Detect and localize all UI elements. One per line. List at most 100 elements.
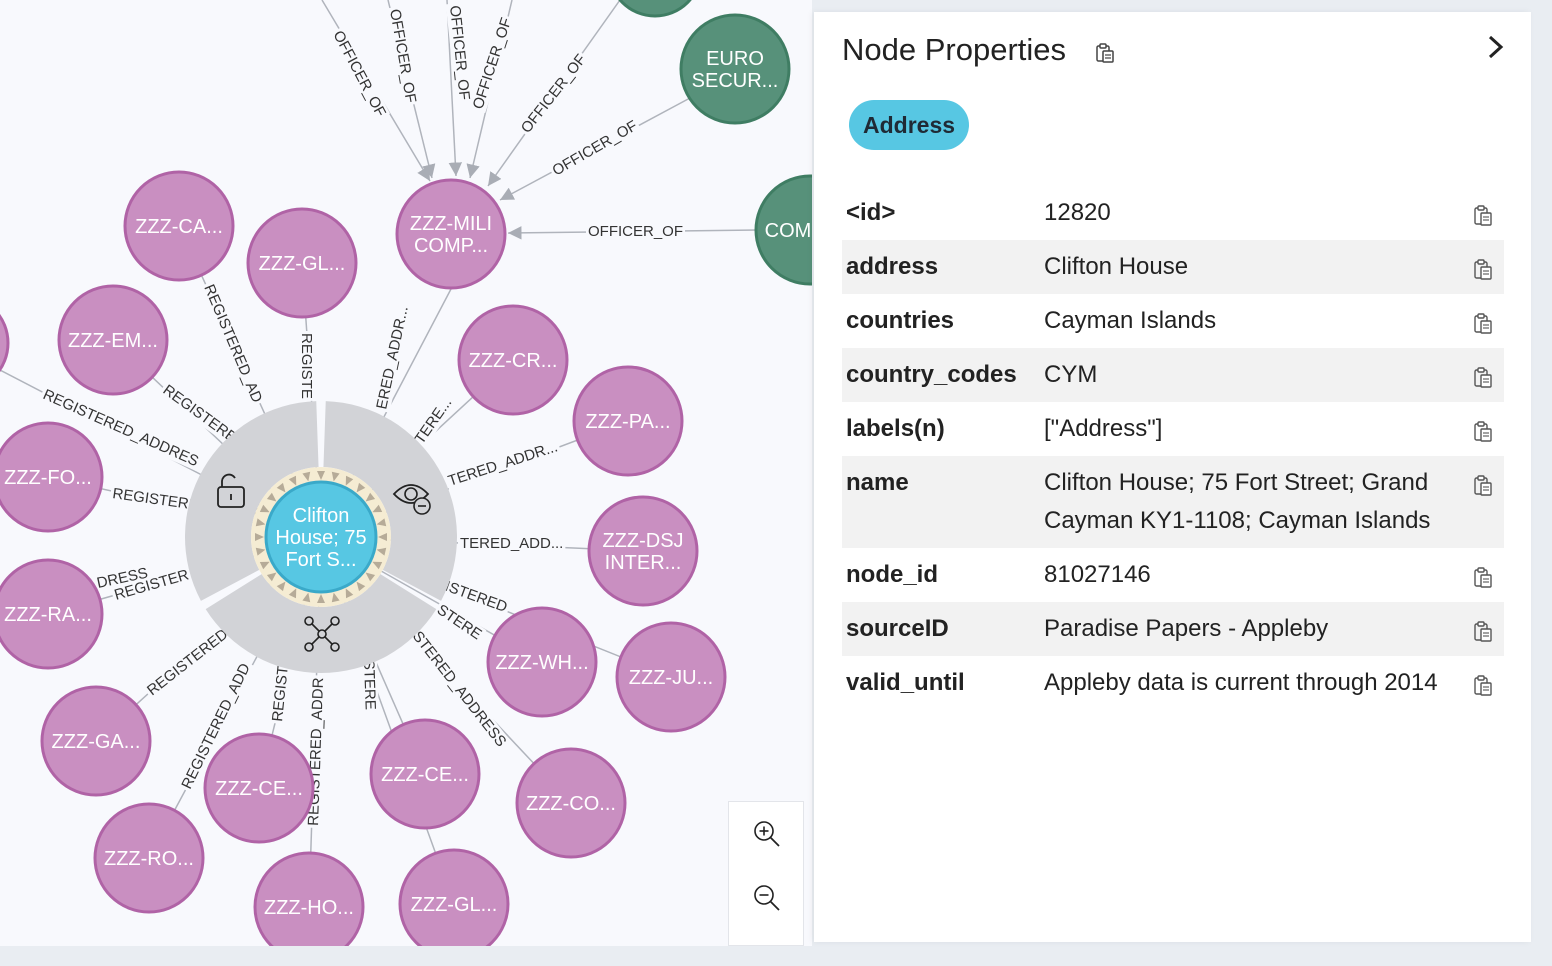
graph-canvas[interactable]: OFFICER_OF OFFICER_OF OFFICER_OF OFFICER_OF…	[0, 0, 812, 946]
node-label: SECUR...	[692, 70, 779, 92]
property-key: name	[846, 469, 909, 496]
node-label: ZZZ-GA...	[52, 731, 141, 753]
company-node[interactable]: ZZZ-MILICOMP...	[395, 178, 507, 290]
node-label: ZZZ-GL...	[411, 894, 498, 916]
property-key: address	[846, 253, 939, 280]
company-node[interactable]: ZZZ-RO...	[93, 802, 205, 914]
company-node[interactable]: ZZZ-RA...	[0, 558, 104, 670]
property-row: address Clifton House	[842, 240, 1504, 294]
property-value: Clifton House; 75 Fort Street; Grand Cay…	[1044, 469, 1431, 534]
company-node[interactable]: ZZZ-CE...	[203, 732, 315, 844]
company-node[interactable]: ZZZ-CA...	[123, 170, 235, 282]
zoom-in-icon	[754, 821, 780, 847]
graph-svg[interactable]: OFFICER_OFOFFICER_OF OFFICER_OFOFFICER_OF…	[0, 0, 812, 946]
node-label: ZZZ-CE...	[215, 778, 303, 800]
node-label: ZZZ-EM...	[68, 330, 158, 352]
node-label: COM	[765, 220, 812, 242]
property-value: Appleby data is current through 2014	[1044, 669, 1438, 696]
property-key: countries	[846, 307, 955, 334]
officer-node-partial[interactable]	[609, 0, 701, 18]
property-row: name Clifton House; 75 Fort Street; Grand…	[842, 456, 1504, 548]
edge-label: REGISTERE	[160, 381, 240, 446]
node-label: ZZZ-CE...	[381, 764, 469, 786]
node-label: ZZZ-MILI	[410, 213, 492, 235]
chevron-right-icon[interactable]	[1484, 34, 1508, 65]
property-value: Paradise Papers - Appleby	[1044, 615, 1329, 642]
edge-label: REGISTERED_AD	[200, 282, 265, 405]
property-row: node_id 81027146	[842, 548, 1504, 602]
company-node[interactable]: ZZZ-CE...	[369, 718, 481, 830]
company-node[interactable]: ZZZ-FO...	[0, 421, 104, 533]
officer-node[interactable]: EUROSECUR...	[679, 13, 791, 125]
node-label: ZZZ-CR...	[469, 350, 558, 372]
company-node[interactable]: ZZZ-DSJINTER...	[587, 495, 699, 607]
property-value: 81027146	[1044, 561, 1151, 588]
edge-label: STERE	[434, 601, 485, 643]
company-node[interactable]: ZZZ-WH...	[486, 606, 598, 718]
property-row: valid_until Appleby data is current throu…	[842, 656, 1504, 710]
zoom-in-button[interactable]	[729, 802, 805, 866]
zoom-out-button[interactable]	[729, 866, 805, 930]
property-value: Cayman Islands	[1044, 307, 1217, 334]
company-node[interactable]: ZZZ-HO...	[253, 851, 365, 946]
property-row: <id> 12820	[842, 186, 1504, 240]
zoom-controls	[728, 801, 804, 946]
company-node[interactable]: ZZZ-JU...	[615, 621, 727, 733]
company-node[interactable]: ZZZ-CO...	[515, 747, 627, 859]
label-badge-address[interactable]: Address	[849, 100, 970, 150]
property-row: country_codes CYM	[842, 348, 1504, 402]
copy-icon[interactable]	[1472, 364, 1494, 402]
property-value: Clifton House	[1044, 253, 1189, 280]
node-label: EURO	[706, 48, 764, 70]
node-label: ZZZ-FO...	[4, 467, 92, 489]
edge-label: OFFICER_OF	[588, 223, 683, 240]
company-node[interactable]: ZZZ-CR...	[457, 304, 569, 416]
copy-icon[interactable]	[1472, 564, 1494, 602]
node-label: House; 75	[275, 527, 366, 549]
property-row: countries Cayman Islands	[842, 294, 1504, 348]
address-node-selected[interactable]: CliftonHouse; 75Fort S...	[264, 480, 378, 594]
copy-icon[interactable]	[1472, 618, 1494, 656]
property-key: <id>	[846, 199, 896, 226]
node-label: ZZZ-GL...	[259, 253, 346, 275]
copy-icon[interactable]	[1472, 472, 1494, 510]
company-node-partial[interactable]	[0, 295, 10, 391]
property-key: country_codes	[846, 361, 1017, 388]
property-row: sourceID Paradise Papers - Appleby	[842, 602, 1504, 656]
company-node[interactable]: ZZZ-PA...	[572, 365, 684, 477]
copy-icon[interactable]	[1094, 42, 1116, 69]
edge-label: OFFICER_OF	[470, 16, 516, 112]
property-key: sourceID	[846, 615, 949, 642]
edge-label: STERE	[360, 660, 379, 711]
copy-icon[interactable]	[1472, 672, 1494, 710]
node-label: COMP...	[414, 235, 488, 257]
property-key: valid_until	[846, 669, 965, 696]
company-node[interactable]: ZZZ-EM...	[57, 284, 169, 396]
node-label: ZZZ-DSJ	[602, 530, 683, 552]
copy-icon[interactable]	[1472, 418, 1494, 456]
officer-node[interactable]: COM	[754, 174, 812, 286]
node-label: ZZZ-RO...	[104, 848, 194, 870]
node-label: ZZZ-WH...	[495, 652, 588, 674]
edge-label: TERE...	[411, 395, 455, 448]
edge-label: OFFICER_OF	[550, 117, 641, 179]
node-label: Clifton	[293, 505, 350, 527]
node-label: ZZZ-CO...	[526, 793, 616, 815]
edge-label: REGIST	[269, 665, 292, 722]
edge-label: TERED_ADDR...	[446, 438, 560, 489]
property-key: labels(n)	[846, 415, 945, 442]
company-node[interactable]: ZZZ-GL...	[246, 207, 358, 319]
edge-label: OFFICER_OF	[518, 51, 590, 136]
node-label: ZZZ-JU...	[629, 667, 713, 689]
panel-title: Node Properties	[842, 32, 1067, 67]
edge-label: ERED_ADDR...	[373, 305, 411, 411]
edge-label: REGISTE	[298, 333, 315, 399]
copy-icon[interactable]	[1472, 310, 1494, 348]
edge-label: OFFICER_OF	[386, 8, 419, 105]
copy-icon[interactable]	[1472, 202, 1494, 240]
copy-icon[interactable]	[1472, 256, 1494, 294]
company-node[interactable]: ZZZ-GA...	[40, 685, 152, 797]
edge-label: OFFICER_OF	[329, 28, 389, 120]
node-label: Fort S...	[285, 549, 356, 571]
company-node[interactable]: ZZZ-GL...	[398, 848, 510, 946]
